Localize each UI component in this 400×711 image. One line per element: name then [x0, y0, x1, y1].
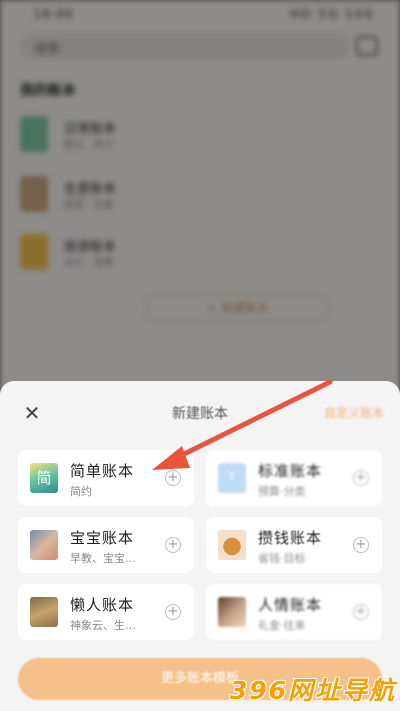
- book-cover-icon: [30, 530, 58, 560]
- book-cover-icon: Y: [218, 463, 246, 493]
- book-cover-icon: 简: [30, 463, 58, 493]
- template-card-standard[interactable]: Y 标准账本 预算·分类 +: [206, 450, 382, 506]
- template-card-gift[interactable]: 人情账本 礼金·往来 +: [206, 584, 382, 640]
- add-icon[interactable]: +: [165, 470, 181, 486]
- template-desc: 早教、宝宝…: [70, 552, 136, 565]
- template-name: 攒钱账本: [258, 529, 323, 547]
- template-card-simple[interactable]: 简 简单账本 简约 +: [18, 450, 194, 506]
- template-name: 标准账本: [258, 462, 323, 480]
- add-icon[interactable]: +: [165, 537, 181, 553]
- watermark-logo: 396网址导航: [229, 676, 396, 705]
- template-desc: 预算·分类: [258, 485, 306, 498]
- template-name: 懒人账本: [70, 596, 135, 614]
- template-desc: 礼金·往来: [258, 619, 306, 632]
- book-cover-icon: [218, 597, 246, 627]
- custom-book-link[interactable]: 自定义账本: [324, 404, 384, 421]
- template-desc: 神象云、生…: [70, 619, 136, 632]
- template-card-baby[interactable]: 宝宝账本 早教、宝宝… +: [18, 517, 194, 573]
- add-icon[interactable]: +: [353, 604, 369, 620]
- add-icon[interactable]: +: [353, 470, 369, 486]
- book-cover-icon: [30, 597, 58, 627]
- template-desc: 简约: [70, 485, 92, 498]
- template-name: 人情账本: [258, 596, 323, 614]
- add-icon[interactable]: +: [165, 604, 181, 620]
- book-cover-icon: [218, 530, 246, 560]
- template-name: 简单账本: [70, 462, 135, 480]
- template-desc: 省钱·目标: [258, 552, 306, 565]
- add-icon[interactable]: +: [353, 537, 369, 553]
- template-card-savings[interactable]: 攒钱账本 省钱·目标 +: [206, 517, 382, 573]
- template-card-lazy[interactable]: 懒人账本 神象云、生… +: [18, 584, 194, 640]
- new-book-sheet: ✕ 新建账本 自定义账本 简 简单账本 简约 + Y 标准账本 预算·分类 + …: [0, 381, 400, 711]
- template-name: 宝宝账本: [70, 529, 135, 547]
